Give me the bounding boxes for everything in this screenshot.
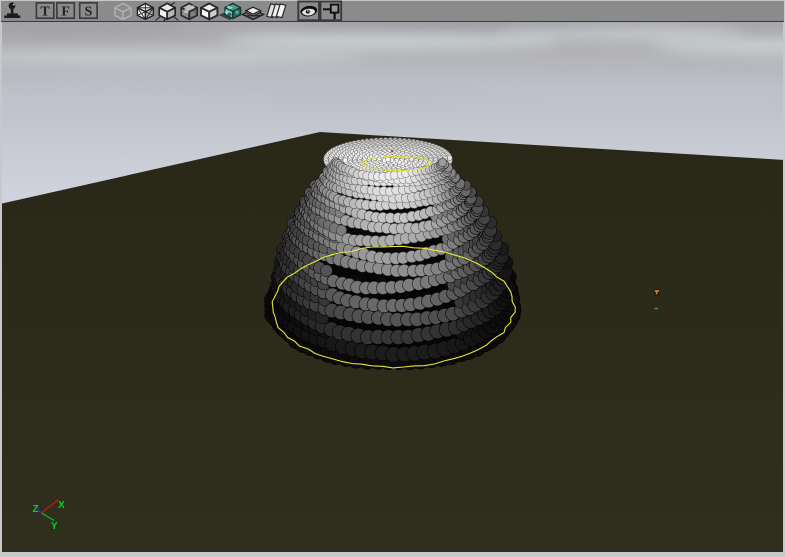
svg-text:T: T [40, 4, 50, 19]
svg-text:Z: Z [33, 504, 39, 515]
svg-text:S: S [85, 4, 93, 19]
svg-text:Y: Y [51, 521, 58, 532]
svg-text:X: X [58, 500, 65, 511]
svg-text:F: F [61, 4, 70, 19]
